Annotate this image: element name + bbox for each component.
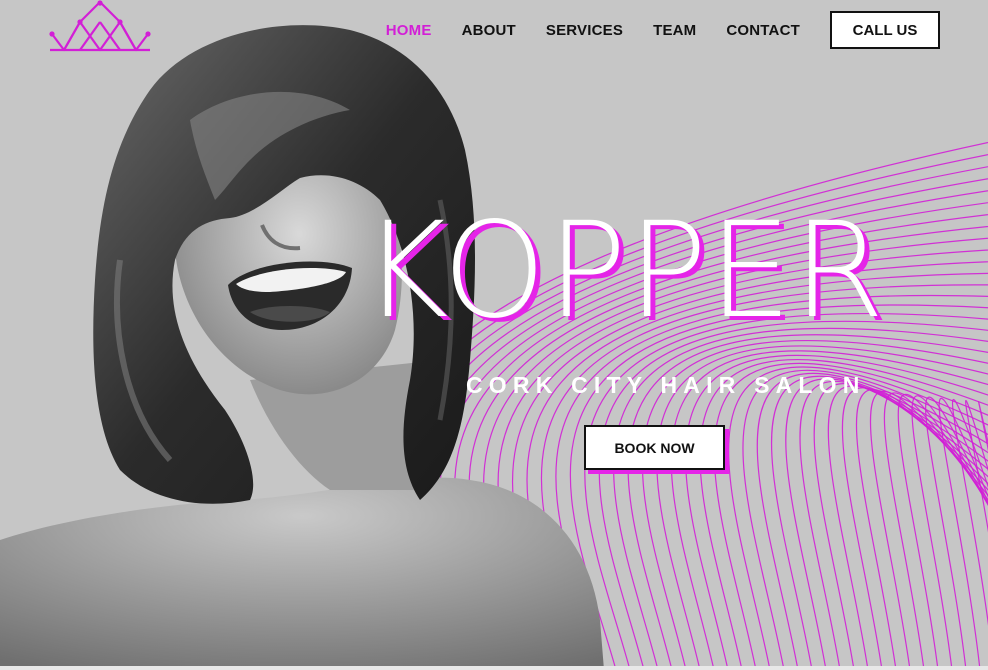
nav-home-link[interactable]: HOME — [386, 22, 432, 39]
hero-title: KOPPER — [362, 194, 886, 348]
nav-about-link[interactable]: ABOUT — [462, 22, 516, 39]
nav-services-link[interactable]: SERVICES — [546, 22, 623, 39]
call-us-button[interactable]: CALL US — [830, 11, 940, 49]
book-now-button[interactable]: BOOK NOW — [584, 425, 725, 470]
main-nav: HOME ABOUT SERVICES TEAM CONTACT CALL US — [386, 10, 940, 50]
page-bottom-divider — [0, 666, 988, 670]
hero-subtitle: CORK CITY HAIR SALON — [466, 372, 866, 398]
crown-logo-icon[interactable] — [48, 0, 152, 56]
nav-team-link[interactable]: TEAM — [653, 22, 696, 39]
nav-contact-link[interactable]: CONTACT — [726, 22, 800, 39]
hero-section: HOME ABOUT SERVICES TEAM CONTACT CALL US… — [0, 0, 988, 670]
